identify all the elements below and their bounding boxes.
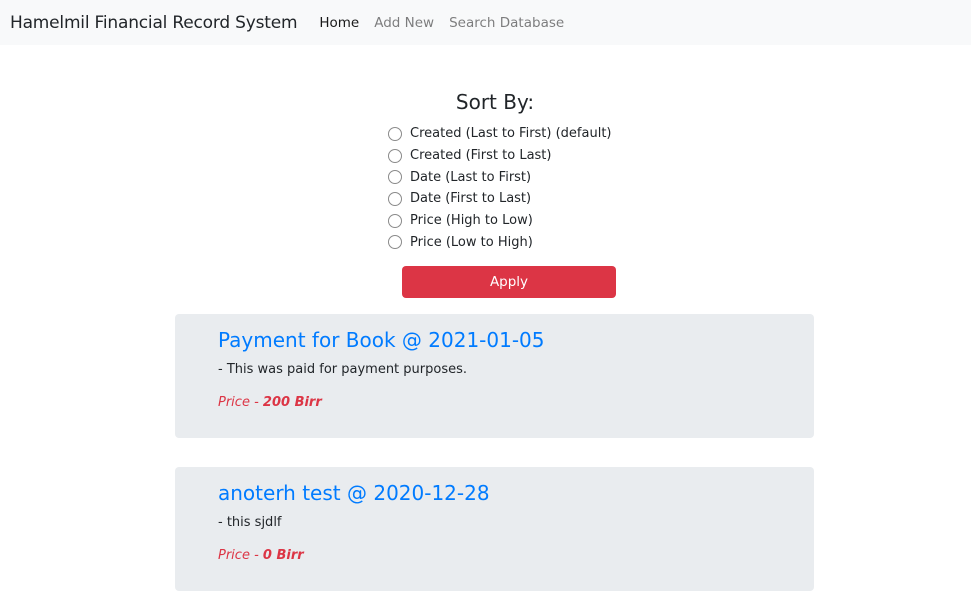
radio-button[interactable] <box>388 235 402 250</box>
apply-button[interactable]: Apply <box>402 266 616 298</box>
option-label: Date (Last to First) <box>410 169 532 185</box>
record-description: - this sjdlf <box>218 515 282 530</box>
sort-option-created-asc[interactable]: Created (First to Last) <box>388 145 612 167</box>
sort-option-price-asc[interactable]: Price (Low to High) <box>388 231 612 253</box>
sort-option-price-desc[interactable]: Price (High to Low) <box>388 210 612 232</box>
price-value: 200 Birr <box>262 395 322 410</box>
navbar: Hamelmil Financial Record System Home Ad… <box>0 0 971 45</box>
radio-button[interactable] <box>388 170 402 185</box>
navbar-brand[interactable]: Hamelmil Financial Record System <box>10 13 298 33</box>
radio-button[interactable] <box>388 191 402 206</box>
option-label: Date (First to Last) <box>410 191 532 207</box>
record-price: Price - 0 Birr <box>218 548 814 563</box>
radio-button[interactable] <box>388 126 402 141</box>
price-label: Price - <box>218 395 263 410</box>
sort-title: Sort By: <box>455 90 535 114</box>
record-description: - This was paid for payment purposes. <box>218 362 468 377</box>
sort-option-created-desc[interactable]: Created (Last to First) (default) <box>388 123 612 145</box>
option-label: Created (First to Last) <box>410 148 552 164</box>
record-card: anoterh test @ 2020-12-28 - this sjdlf P… <box>175 467 814 591</box>
record-price: Price - 200 Birr <box>218 395 814 410</box>
option-label: Price (Low to High) <box>410 234 533 250</box>
price-label: Price - <box>218 548 263 563</box>
record-card: Payment for Book @ 2021-01-05 - This was… <box>175 314 814 438</box>
sort-options: Created (Last to First) (default) Create… <box>388 123 612 253</box>
nav-home[interactable]: Home <box>319 15 359 31</box>
record-title[interactable]: Payment for Book @ 2021-01-05 <box>218 328 814 352</box>
option-label: Created (Last to First) (default) <box>410 126 612 142</box>
radio-button[interactable] <box>388 148 402 163</box>
sort-option-date-desc[interactable]: Date (Last to First) <box>388 166 612 188</box>
nav-add-new[interactable]: Add New <box>374 15 434 31</box>
option-label: Price (High to Low) <box>410 213 533 229</box>
radio-button[interactable] <box>388 213 402 228</box>
nav-search-database[interactable]: Search Database <box>449 15 564 31</box>
record-title[interactable]: anoterh test @ 2020-12-28 <box>218 481 814 505</box>
price-value: 0 Birr <box>262 548 304 563</box>
sort-option-date-asc[interactable]: Date (First to Last) <box>388 188 612 210</box>
